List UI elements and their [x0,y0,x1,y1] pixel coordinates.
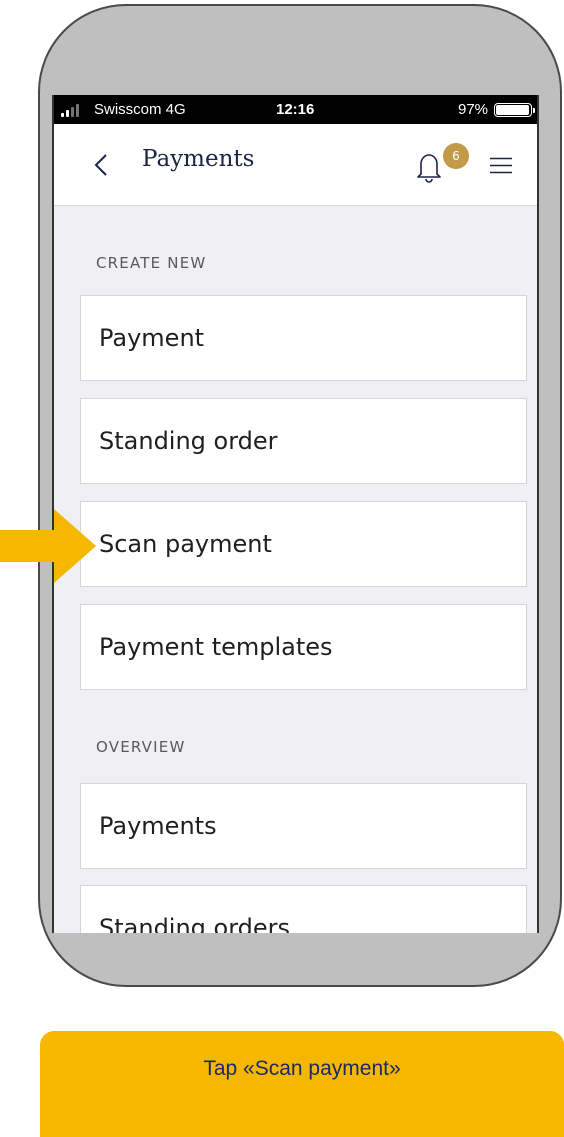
menu-item-scan-payment[interactable]: Scan payment [80,501,527,587]
pointer-arrow-icon [0,509,96,583]
carrier-label: Swisscom 4G [94,101,186,118]
status-bar: Swisscom 4G 12:16 97% [54,95,537,124]
menu-item-standing-orders-overview[interactable]: Standing orders [80,885,527,933]
battery-percent: 97% [458,101,489,118]
menu-item-payment[interactable]: Payment [80,295,527,381]
clock: 12:16 [276,101,315,118]
signal-icon [61,104,79,117]
menu-item-standing-order[interactable]: Standing order [80,398,527,484]
menu-item-payment-templates[interactable]: Payment templates [80,604,527,690]
instruction-text: Tap «Scan payment» [203,1057,401,1080]
instruction-box: Tap «Scan payment» [40,1031,564,1137]
hamburger-menu-icon[interactable] [490,157,512,174]
menu-item-payments-overview[interactable]: Payments [80,783,527,869]
page-title: Payments [142,146,255,172]
nav-bar: Payments 6 [54,124,537,206]
section-label-overview: OVERVIEW [96,738,186,756]
chevron-left-icon[interactable] [88,150,118,180]
section-label-create-new: CREATE NEW [96,254,207,272]
notification-badge: 6 [443,143,469,169]
battery-icon [494,103,535,117]
phone-screen: Swisscom 4G 12:16 97% Payments 6 CREATE … [52,95,539,933]
bell-icon[interactable] [412,146,446,186]
